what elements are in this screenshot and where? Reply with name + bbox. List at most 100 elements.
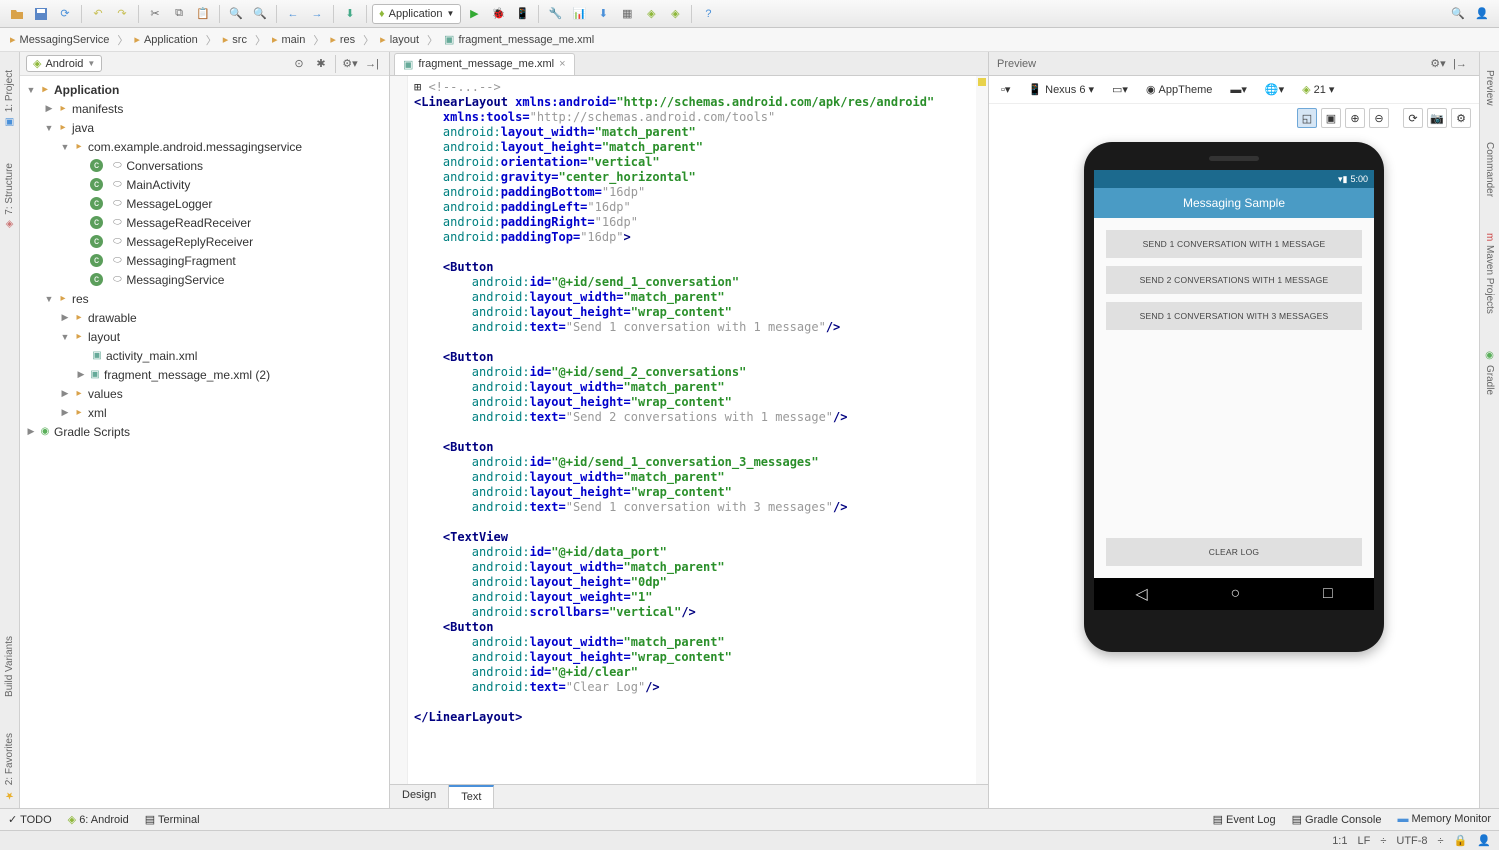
tree-class[interactable]: c ⬭MessageReplyReceiver xyxy=(20,232,389,251)
tree-class[interactable]: c ⬭MessageLogger xyxy=(20,194,389,213)
config-selector[interactable]: ▫▾ xyxy=(995,80,1016,99)
search-icon[interactable]: 🔍 xyxy=(1447,3,1469,25)
eventlog-tool[interactable]: ▤ Event Log xyxy=(1213,813,1276,826)
memory-tool[interactable]: ▬ Memory Monitor xyxy=(1397,813,1491,826)
device-selector[interactable]: 📱Nexus 6▾ xyxy=(1022,80,1100,99)
hide-icon[interactable]: |→ xyxy=(1449,53,1471,75)
tree-values[interactable]: ▶▸values xyxy=(20,384,389,403)
tree-app[interactable]: ▼▸Application xyxy=(20,80,389,99)
run-config-selector[interactable]: ♦ Application ▼ xyxy=(372,4,461,24)
theme-selector[interactable]: ◉AppTheme xyxy=(1140,80,1218,99)
rail-project[interactable]: ▣1: Project xyxy=(3,62,16,135)
tree-class[interactable]: c ⬭MainActivity xyxy=(20,175,389,194)
api-selector[interactable]: ◈21▾ xyxy=(1296,80,1340,99)
zoom-real-icon[interactable]: ▣ xyxy=(1321,108,1341,128)
tree-res[interactable]: ▼▸res xyxy=(20,289,389,308)
cursor-pos[interactable]: 1:1 xyxy=(1332,835,1347,847)
gear-icon[interactable]: ⚙▾ xyxy=(339,53,361,75)
terminal-tool[interactable]: ▤ Terminal xyxy=(145,813,200,826)
warning-strip xyxy=(976,76,988,784)
tree-layout[interactable]: ▼▸layout xyxy=(20,327,389,346)
crumb[interactable]: ▸main xyxy=(268,33,311,46)
sdk-icon[interactable]: ⬇ xyxy=(592,3,614,25)
tree-drawable[interactable]: ▶▸drawable xyxy=(20,308,389,327)
lock-icon[interactable]: 🔒 xyxy=(1454,834,1468,847)
rail-favorites[interactable]: ★2: Favorites xyxy=(3,725,16,808)
collapse-icon[interactable]: ⊙ xyxy=(288,53,310,75)
tree-gradle[interactable]: ▶◉Gradle Scripts xyxy=(20,422,389,441)
crumb[interactable]: ▸src xyxy=(219,33,253,46)
run-icon[interactable]: ▶ xyxy=(463,3,485,25)
tree-xml[interactable]: ▶▸xml xyxy=(20,403,389,422)
design-tab[interactable]: Design xyxy=(390,785,449,808)
gear-icon[interactable]: ⚙▾ xyxy=(1427,53,1449,75)
save-icon[interactable] xyxy=(30,3,52,25)
forward-icon[interactable]: → xyxy=(306,3,328,25)
cut-icon[interactable]: ✂ xyxy=(144,3,166,25)
zoom-fit-icon[interactable]: ◱ xyxy=(1297,108,1317,128)
rail-maven[interactable]: mMaven Projects xyxy=(1483,225,1496,322)
android-tool[interactable]: ◈ 6: Android xyxy=(68,813,129,826)
ddms-icon[interactable]: ▦ xyxy=(616,3,638,25)
zoom-out-icon[interactable]: ⊖ xyxy=(1369,108,1389,128)
encoding[interactable]: UTF-8 xyxy=(1396,835,1427,847)
help-icon[interactable]: ? xyxy=(697,3,719,25)
replace-icon[interactable]: 🔍 xyxy=(249,3,271,25)
activity-selector[interactable]: ▬▾ xyxy=(1224,80,1253,99)
zoom-in-icon[interactable]: ⊕ xyxy=(1345,108,1365,128)
debug-icon[interactable]: 🐞 xyxy=(487,3,509,25)
crumb[interactable]: ▸MessagingService xyxy=(6,33,115,46)
line-sep[interactable]: LF xyxy=(1357,835,1370,847)
tree-layout-file[interactable]: ▶▣fragment_message_me.xml (2) xyxy=(20,365,389,384)
locale-selector[interactable]: 🌐▾ xyxy=(1259,80,1290,99)
refresh-icon[interactable]: ⟳ xyxy=(1403,108,1423,128)
tree-package[interactable]: ▼▸com.example.android.messagingservice xyxy=(20,137,389,156)
tree-manifests[interactable]: ▶▸manifests xyxy=(20,99,389,118)
code-editor[interactable]: ⊞ <!--...--> <LinearLayout xmlns:android… xyxy=(408,76,988,784)
tree-class[interactable]: c ⬭Conversations xyxy=(20,156,389,175)
paste-icon[interactable]: 📋 xyxy=(192,3,214,25)
rail-gradle[interactable]: ◉Gradle xyxy=(1483,342,1496,403)
avd-icon[interactable]: 📊 xyxy=(568,3,590,25)
rail-structure[interactable]: ◈7: Structure xyxy=(3,155,16,238)
crumb[interactable]: ▣fragment_message_me.xml xyxy=(440,33,600,46)
tree-class[interactable]: c ⬭MessagingService xyxy=(20,270,389,289)
profile-icon[interactable]: 🔧 xyxy=(544,3,566,25)
rail-preview[interactable]: Preview xyxy=(1483,62,1496,114)
user-icon[interactable]: 👤 xyxy=(1471,3,1493,25)
open-icon[interactable] xyxy=(6,3,28,25)
sync-icon[interactable]: ⟳ xyxy=(54,3,76,25)
attach-icon[interactable]: 📱 xyxy=(511,3,533,25)
bottom-tool-bar: ✓ TODO ◈ 6: Android ▤ Terminal ▤ Event L… xyxy=(0,808,1499,830)
rail-buildvariants[interactable]: Build Variants xyxy=(3,628,16,705)
android-icon-2[interactable]: ◈ xyxy=(640,3,662,25)
copy-icon[interactable]: ⧉ xyxy=(168,3,190,25)
close-icon[interactable]: × xyxy=(559,58,565,70)
text-tab[interactable]: Text xyxy=(449,785,494,808)
view-selector[interactable]: ◈Android▼ xyxy=(26,55,102,72)
back-icon[interactable]: ← xyxy=(282,3,304,25)
crumb[interactable]: ▸layout xyxy=(376,33,425,46)
redo-icon[interactable]: ↷ xyxy=(111,3,133,25)
todo-tool[interactable]: ✓ TODO xyxy=(8,813,52,826)
tree-layout-file[interactable]: ▣activity_main.xml xyxy=(20,346,389,365)
warning-icon[interactable] xyxy=(978,78,986,86)
gradleconsole-tool[interactable]: ▤ Gradle Console xyxy=(1292,813,1382,826)
tree-class[interactable]: c ⬭MessagingFragment xyxy=(20,251,389,270)
settings-icon[interactable]: ⚙ xyxy=(1451,108,1471,128)
android-icon-3[interactable]: ◈ xyxy=(664,3,686,25)
crumb[interactable]: ▸res xyxy=(326,33,361,46)
crumb[interactable]: ▸Application xyxy=(130,33,203,46)
inspect-icon[interactable]: 👤 xyxy=(1477,834,1491,847)
rail-commander[interactable]: Commander xyxy=(1483,134,1496,205)
orientation-selector[interactable]: ▭▾ xyxy=(1106,80,1134,99)
undo-icon[interactable]: ↶ xyxy=(87,3,109,25)
make-icon[interactable]: ⬇ xyxy=(339,3,361,25)
tree-class[interactable]: c ⬭MessageReadReceiver xyxy=(20,213,389,232)
hide-icon[interactable]: →| xyxy=(361,53,383,75)
find-icon[interactable]: 🔍 xyxy=(225,3,247,25)
tree-java[interactable]: ▼▸java xyxy=(20,118,389,137)
screenshot-icon[interactable]: 📷 xyxy=(1427,108,1447,128)
expand-icon[interactable]: ✱ xyxy=(310,53,332,75)
editor-tab[interactable]: ▣ fragment_message_me.xml × xyxy=(394,53,575,75)
